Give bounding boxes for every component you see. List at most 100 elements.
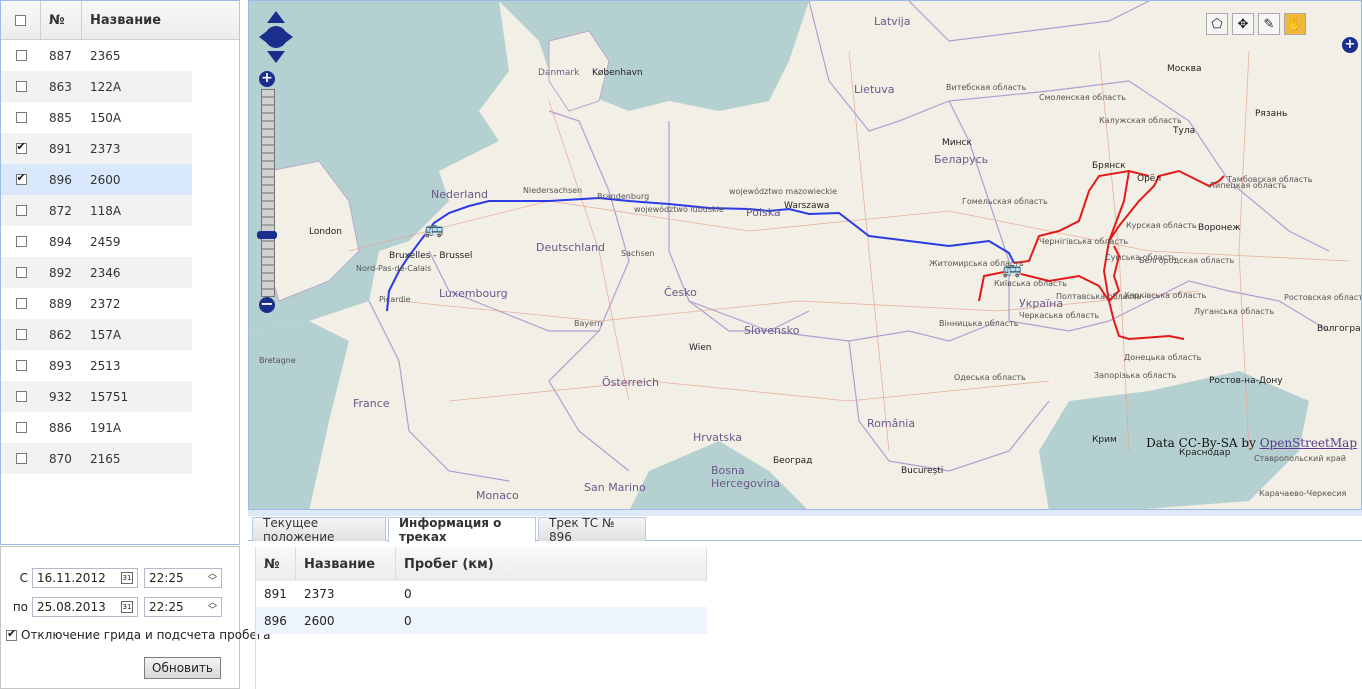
- map-label: Monaco: [476, 489, 519, 502]
- row-checkbox-cell[interactable]: [1, 391, 41, 402]
- map-label: Nord-Pas-de-Calais: [356, 264, 432, 273]
- row-checkbox[interactable]: [15, 422, 27, 433]
- table-row[interactable]: 891 2373: [1, 133, 192, 164]
- map-label: Карачаево-Черкесия: [1259, 489, 1347, 498]
- disable-grid-checkbox[interactable]: [6, 627, 17, 641]
- from-time-field[interactable]: 22:25 ︿ ﹀: [144, 568, 222, 588]
- table-row[interactable]: 870 2165: [1, 443, 192, 474]
- table-row[interactable]: 886 191А: [1, 412, 192, 443]
- row-checkbox[interactable]: [15, 453, 27, 464]
- time-spinner-icon[interactable]: ︿ ﹀: [208, 570, 217, 587]
- select-all-checkbox-cell[interactable]: [1, 1, 41, 39]
- from-date-value: 16.11.2012: [37, 571, 106, 585]
- measure-path-icon[interactable]: ✎: [1258, 13, 1280, 35]
- row-checkbox[interactable]: [15, 171, 27, 185]
- row-checkbox-cell[interactable]: [1, 298, 41, 309]
- tab-vehicle-track[interactable]: Трек ТС № 896: [538, 516, 646, 544]
- tracks-header-num[interactable]: №: [256, 547, 296, 581]
- map-label: Запорізька область: [1094, 371, 1177, 380]
- column-header-name[interactable]: Название: [82, 13, 161, 28]
- to-time-field[interactable]: 22:25 ︿ ﹀: [144, 597, 222, 617]
- row-checkbox[interactable]: [15, 391, 27, 402]
- table-row[interactable]: 885 150А: [1, 102, 192, 133]
- zoom-control: + −: [257, 71, 277, 313]
- row-checkbox-cell[interactable]: [1, 205, 41, 216]
- table-row[interactable]: 863 122А: [1, 71, 192, 102]
- zoom-slider-handle[interactable]: [257, 231, 277, 239]
- vertical-splitter[interactable]: [240, 0, 248, 689]
- column-header-num[interactable]: №: [41, 1, 82, 39]
- table-row[interactable]: 893 2513: [1, 350, 192, 381]
- row-checkbox[interactable]: [15, 329, 27, 340]
- move-icon[interactable]: ✥: [1232, 13, 1254, 35]
- table-row[interactable]: 892 2346: [1, 257, 192, 288]
- from-date-field[interactable]: 16.11.2012 31: [32, 568, 138, 588]
- row-checkbox-cell[interactable]: [1, 422, 41, 433]
- row-checkbox-cell[interactable]: [1, 81, 41, 92]
- row-checkbox[interactable]: [15, 50, 27, 61]
- map-label: Picardie: [379, 295, 411, 304]
- row-checkbox-cell[interactable]: [1, 267, 41, 278]
- vehicle-num: 893: [49, 358, 72, 373]
- map-view[interactable]: 🚌 🚌 Latvija Lietuva Беларусь Україна Deu…: [248, 0, 1362, 510]
- row-checkbox[interactable]: [15, 81, 27, 92]
- disable-grid-option: Отключение грида и подсчета пробега: [6, 627, 271, 642]
- row-checkbox-cell[interactable]: [1, 329, 41, 340]
- row-checkbox-cell[interactable]: [1, 171, 41, 185]
- select-all-checkbox[interactable]: [15, 14, 26, 26]
- vehicle-num: 862: [49, 327, 72, 342]
- calendar-icon[interactable]: 31: [121, 572, 133, 584]
- row-checkbox-cell[interactable]: [1, 112, 41, 123]
- map-label: Житомирська область: [929, 259, 1024, 268]
- track-num: 891: [264, 586, 287, 601]
- table-row[interactable]: 894 2459: [1, 226, 192, 257]
- zoom-out-button[interactable]: −: [259, 296, 275, 313]
- row-checkbox-cell[interactable]: [1, 453, 41, 464]
- map-label: Черкаська область: [1019, 311, 1100, 320]
- refresh-button[interactable]: Обновить: [144, 657, 221, 679]
- to-date-field[interactable]: 25.08.2013 31: [32, 597, 138, 617]
- row-checkbox[interactable]: [15, 140, 27, 154]
- vehicle-name: 2372: [90, 296, 121, 311]
- vehicle-num: 887: [49, 48, 72, 63]
- layer-switcher-icon[interactable]: +: [1342, 37, 1358, 53]
- map-label: Волгоград: [1317, 324, 1362, 334]
- row-checkbox[interactable]: [15, 360, 27, 371]
- vehicle-marker-icon[interactable]: 🚌: [424, 219, 444, 238]
- row-checkbox-cell[interactable]: [1, 50, 41, 61]
- vehicle-name: 150А: [90, 110, 122, 125]
- table-row[interactable]: 896 2600 0: [256, 607, 707, 634]
- row-checkbox-cell[interactable]: [1, 140, 41, 154]
- row-checkbox[interactable]: [15, 236, 27, 247]
- measure-area-icon[interactable]: ⬠: [1206, 13, 1228, 35]
- tracks-header-name[interactable]: Название: [296, 547, 396, 581]
- to-label: по: [12, 600, 28, 614]
- map-label: Hrvatska: [693, 431, 743, 444]
- row-checkbox-cell[interactable]: [1, 360, 41, 371]
- pan-control[interactable]: [257, 9, 295, 65]
- row-checkbox-cell[interactable]: [1, 236, 41, 247]
- table-row[interactable]: 887 2365: [1, 40, 192, 71]
- vehicle-name: 15751: [90, 389, 129, 404]
- zoom-in-button[interactable]: +: [259, 71, 275, 87]
- row-checkbox[interactable]: [15, 298, 27, 309]
- calendar-icon[interactable]: 31: [121, 601, 133, 613]
- tab-current-position[interactable]: Текущее положение: [252, 516, 386, 544]
- row-checkbox[interactable]: [15, 112, 27, 123]
- table-row[interactable]: 862 157А: [1, 319, 192, 350]
- table-row[interactable]: 932 15751: [1, 381, 192, 412]
- pan-hand-icon[interactable]: ✋: [1284, 13, 1306, 35]
- row-checkbox[interactable]: [15, 267, 27, 278]
- openstreetmap-link[interactable]: OpenStreetMap: [1260, 436, 1357, 450]
- table-row[interactable]: 896 2600: [1, 164, 192, 195]
- row-checkbox[interactable]: [15, 205, 27, 216]
- map-label: Österreich: [602, 376, 659, 389]
- tab-track-info[interactable]: Информация о треках: [388, 516, 536, 544]
- time-spinner-icon[interactable]: ︿ ﹀: [208, 599, 217, 616]
- map-label: London: [309, 227, 342, 237]
- zoom-slider-track[interactable]: [261, 89, 275, 297]
- tracks-header-mileage[interactable]: Пробег (км): [396, 547, 707, 581]
- table-row[interactable]: 891 2373 0: [256, 580, 707, 607]
- table-row[interactable]: 889 2372: [1, 288, 192, 319]
- table-row[interactable]: 872 118А: [1, 195, 192, 226]
